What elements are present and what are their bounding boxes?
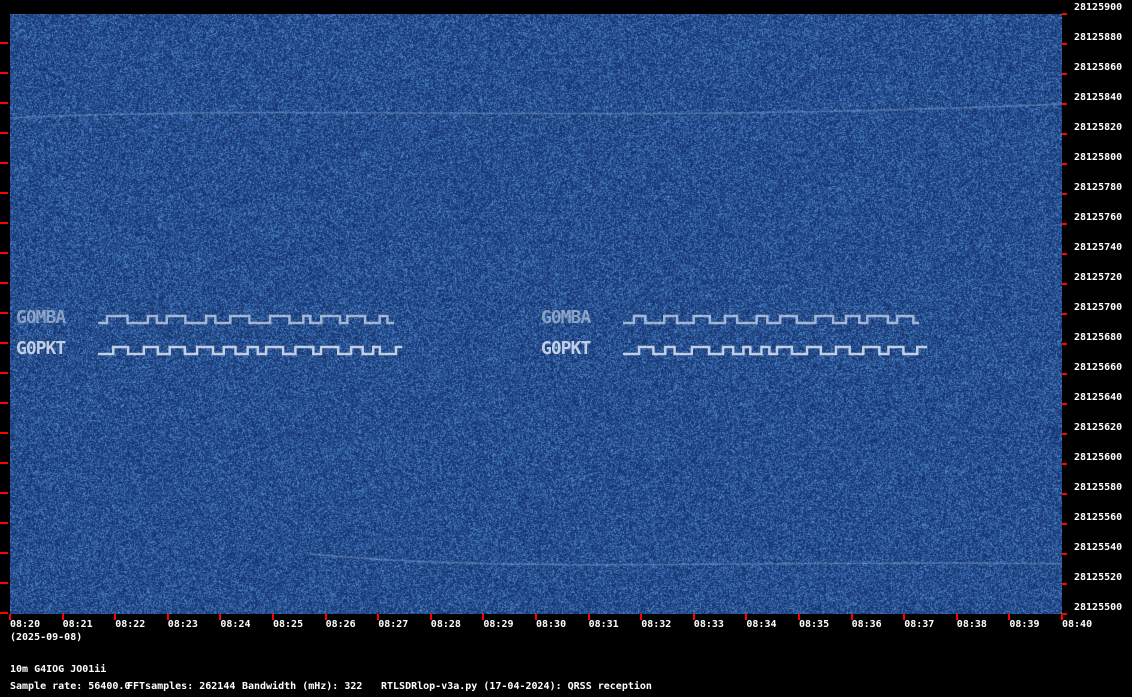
freq-tick [1062,163,1067,165]
left-tick [0,102,8,104]
time-label: 08:29 [483,619,513,630]
left-tick [0,612,8,614]
time-label: 08:30 [536,619,566,630]
left-tick [0,552,8,554]
time-label: 08:20 [10,619,40,630]
freq-label: 28125800 [1074,152,1122,163]
time-label: 08:31 [589,619,619,630]
left-tick [0,162,8,164]
freq-tick [1062,253,1067,255]
freq-label: 28125720 [1074,272,1122,283]
left-tick [0,132,8,134]
time-label: 08:23 [168,619,198,630]
time-label: 08:38 [957,619,987,630]
time-label: 08:32 [641,619,671,630]
waterfall-window: G0MBA G0PKT G0MBA G0PKT (2025-09-08) 10m… [0,0,1132,697]
software-label: RTLSDRlop-v3a.py (17-04-2024): QRSS rece… [381,681,652,692]
left-tick [0,492,8,494]
freq-label: 28125880 [1074,32,1122,43]
station-label: 10m G4IOG JO01ii [10,664,106,675]
freq-tick [1062,193,1067,195]
time-label: 08:39 [1009,619,1039,630]
time-label: 08:35 [799,619,829,630]
freq-label: 28125840 [1074,92,1122,103]
left-tick [0,312,8,314]
freq-label: 28125600 [1074,452,1122,463]
left-tick [0,42,8,44]
signal-traces [10,14,1062,614]
signal-callsign: G0PKT [541,338,590,359]
time-label: 08:33 [694,619,724,630]
left-tick [0,282,8,284]
freq-label: 28125900 [1074,2,1122,13]
freq-tick [1062,13,1067,15]
freq-label: 28125640 [1074,392,1122,403]
freq-tick [1062,313,1067,315]
freq-label: 28125820 [1074,122,1122,133]
freq-tick [1062,43,1067,45]
freq-label: 28125580 [1074,482,1122,493]
freq-tick [1062,523,1067,525]
time-label: 08:40 [1062,619,1092,630]
freq-tick [1062,553,1067,555]
freq-tick [1062,373,1067,375]
freq-label: 28125700 [1074,302,1122,313]
freq-label: 28125560 [1074,512,1122,523]
time-label: 08:37 [904,619,934,630]
freq-tick [1062,463,1067,465]
signal-trace [623,347,927,354]
left-tick [0,192,8,194]
left-tick [0,222,8,224]
freq-label: 28125760 [1074,212,1122,223]
freq-label: 28125860 [1074,62,1122,73]
fft-samples: FFTsamples: 262144 [127,681,235,692]
freq-label: 28125520 [1074,572,1122,583]
freq-label: 28125620 [1074,422,1122,433]
sample-rate: Sample rate: 56400.0 [10,681,130,692]
time-label: 08:26 [326,619,356,630]
left-tick [0,582,8,584]
freq-label: 28125740 [1074,242,1122,253]
signal-trace [98,347,402,354]
freq-tick [1062,403,1067,405]
freq-label: 28125780 [1074,182,1122,193]
freq-tick [1062,283,1067,285]
left-tick [0,402,8,404]
freq-label: 28125500 [1074,602,1122,613]
left-tick [0,342,8,344]
time-label: 08:25 [273,619,303,630]
time-label: 08:34 [746,619,776,630]
left-tick [0,462,8,464]
freq-label: 28125540 [1074,542,1122,553]
freq-tick [1062,133,1067,135]
time-label: 08:21 [63,619,93,630]
time-label: 08:28 [431,619,461,630]
signal-trace [98,316,394,323]
time-label: 08:24 [220,619,250,630]
bandwidth: Bandwidth (mHz): 322 [242,681,362,692]
signal-callsign: G0MBA [541,307,590,328]
signal-g0mba-2: G0MBA [541,307,590,328]
left-tick [0,522,8,524]
time-label: 08:27 [378,619,408,630]
freq-tick [1062,73,1067,75]
freq-tick [1062,223,1067,225]
freq-tick [1062,493,1067,495]
time-label: 08:36 [852,619,882,630]
left-tick [0,372,8,374]
freq-tick [1062,583,1067,585]
freq-tick [1062,433,1067,435]
left-tick [0,72,8,74]
waterfall-plot: G0MBA G0PKT G0MBA G0PKT [10,14,1062,614]
date-label: (2025-09-08) [10,632,82,643]
left-tick [0,432,8,434]
signal-g0pkt-2: G0PKT [541,338,590,359]
freq-tick [1062,343,1067,345]
signal-trace [623,316,919,323]
left-tick [0,252,8,254]
freq-label: 28125680 [1074,332,1122,343]
freq-label: 28125660 [1074,362,1122,373]
time-label: 08:22 [115,619,145,630]
freq-tick [1062,103,1067,105]
